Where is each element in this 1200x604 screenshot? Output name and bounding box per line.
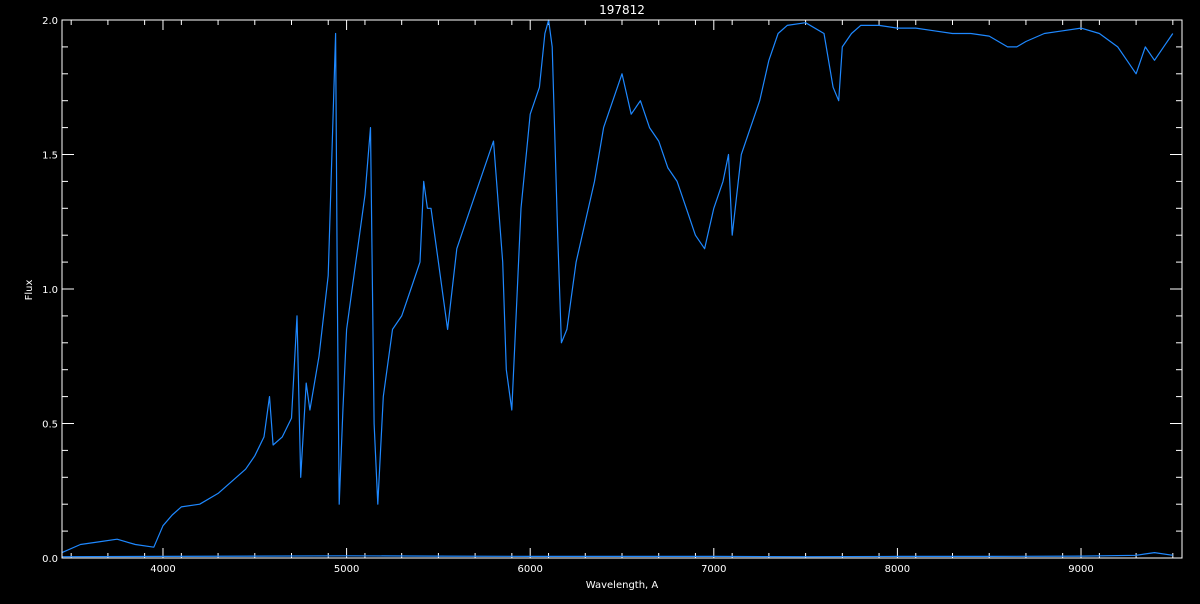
x-tick-label: 8000 (885, 564, 910, 575)
x-tick-label: 4000 (150, 564, 175, 575)
x-tick-label: 6000 (517, 564, 542, 575)
y-tick-label: 1.0 (42, 285, 58, 296)
y-tick-label: 0.5 (42, 420, 58, 431)
chart-background (0, 0, 1200, 600)
x-axis-label: Wavelength, A (586, 580, 659, 591)
chart-svg: 197812 Wavelength, A Flux 4000 5000 6000 70… (0, 0, 1200, 600)
x-tick-label: 7000 (701, 564, 726, 575)
x-tick-label: 5000 (334, 564, 359, 575)
y-tick-label: 0.0 (42, 554, 58, 565)
y-tick-label: 1.5 (42, 151, 58, 162)
y-axis-label: Flux (24, 280, 35, 301)
y-tick-label: 2.0 (42, 16, 58, 27)
spectrum-chart: 197812 Wavelength, A Flux 4000 5000 6000 70… (0, 0, 1200, 600)
chart-title: 197812 (599, 3, 645, 17)
x-tick-label: 9000 (1068, 564, 1093, 575)
